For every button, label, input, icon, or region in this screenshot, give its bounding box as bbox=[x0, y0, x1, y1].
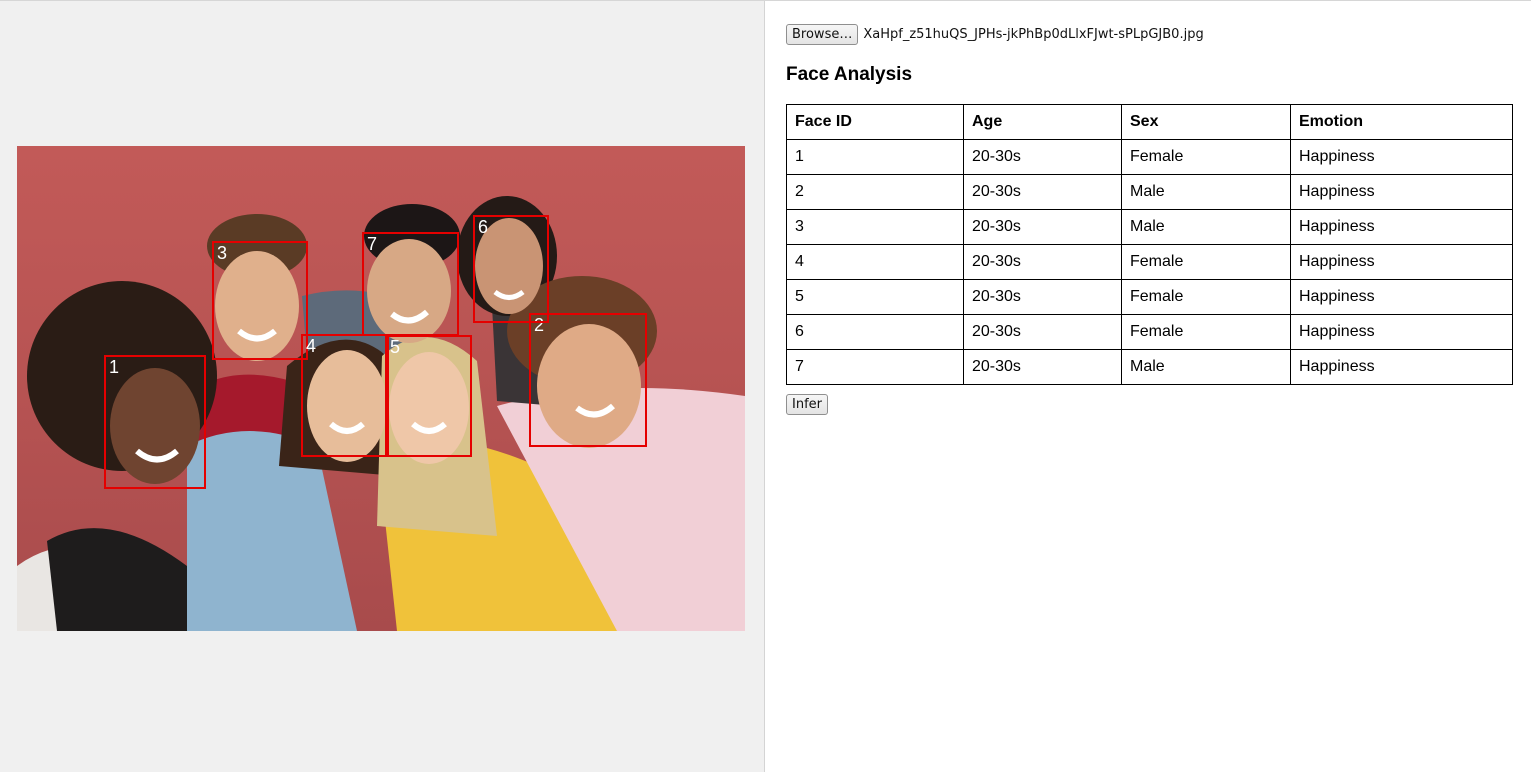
cell-age: 20-30s bbox=[963, 279, 1122, 315]
cell-emotion: Happiness bbox=[1290, 209, 1513, 245]
face-box-7: 7 bbox=[362, 232, 459, 336]
face-box-2: 2 bbox=[529, 313, 647, 447]
cell-face-id: 7 bbox=[786, 349, 964, 385]
table-row: 1 20-30s Female Happiness bbox=[786, 139, 1513, 175]
face-analysis-table: Face ID Age Sex Emotion 1 20-30s Female … bbox=[786, 104, 1513, 385]
table-header-row: Face ID Age Sex Emotion bbox=[786, 104, 1513, 140]
cell-sex: Male bbox=[1121, 209, 1291, 245]
cell-emotion: Happiness bbox=[1290, 314, 1513, 350]
page-title: Face Analysis bbox=[786, 64, 913, 85]
table-row: 5 20-30s Female Happiness bbox=[786, 279, 1513, 315]
table-row: 4 20-30s Female Happiness bbox=[786, 244, 1513, 280]
cell-emotion: Happiness bbox=[1290, 139, 1513, 175]
results-pane: Browse… XaHpf_z51huQS_JPHs-jkPhBp0dLlxFJ… bbox=[766, 1, 1531, 772]
cell-emotion: Happiness bbox=[1290, 244, 1513, 280]
cell-emotion: Happiness bbox=[1290, 279, 1513, 315]
infer-button[interactable]: Infer bbox=[786, 394, 828, 415]
cell-sex: Female bbox=[1121, 139, 1291, 175]
face-box-label: 1 bbox=[109, 357, 120, 377]
column-header-age: Age bbox=[963, 104, 1122, 140]
cell-emotion: Happiness bbox=[1290, 349, 1513, 385]
cell-face-id: 4 bbox=[786, 244, 964, 280]
cell-emotion: Happiness bbox=[1290, 174, 1513, 210]
image-pane: 1 2 3 4 5 6 7 bbox=[0, 1, 765, 772]
face-box-label: 4 bbox=[306, 336, 317, 356]
selected-file-name: XaHpf_z51huQS_JPHs-jkPhBp0dLlxFJwt-sPLpG… bbox=[863, 26, 1204, 42]
column-header-emotion: Emotion bbox=[1290, 104, 1513, 140]
cell-sex: Female bbox=[1121, 314, 1291, 350]
browse-button[interactable]: Browse… bbox=[786, 23, 859, 45]
cell-face-id: 5 bbox=[786, 279, 964, 315]
column-header-sex: Sex bbox=[1121, 104, 1291, 140]
table-row: 3 20-30s Male Happiness bbox=[786, 209, 1513, 245]
cell-face-id: 1 bbox=[786, 139, 964, 175]
cell-sex: Female bbox=[1121, 279, 1291, 315]
face-box-label: 3 bbox=[217, 243, 228, 263]
cell-sex: Male bbox=[1121, 349, 1291, 385]
face-box-3: 3 bbox=[212, 241, 308, 360]
face-box-5: 5 bbox=[385, 335, 472, 457]
cell-age: 20-30s bbox=[963, 139, 1122, 175]
cell-face-id: 3 bbox=[786, 209, 964, 245]
cell-sex: Female bbox=[1121, 244, 1291, 280]
face-box-label: 5 bbox=[390, 337, 401, 357]
cell-age: 20-30s bbox=[963, 174, 1122, 210]
cell-age: 20-30s bbox=[963, 314, 1122, 350]
column-header-face-id: Face ID bbox=[786, 104, 964, 140]
cell-age: 20-30s bbox=[963, 244, 1122, 280]
cell-age: 20-30s bbox=[963, 209, 1122, 245]
table-row: 2 20-30s Male Happiness bbox=[786, 174, 1513, 210]
analyzed-photo: 1 2 3 4 5 6 7 bbox=[17, 146, 745, 631]
app-window: 1 2 3 4 5 6 7 Browse… XaHpf_z51huQS_JPHs… bbox=[0, 0, 1531, 772]
face-box-label: 6 bbox=[478, 217, 489, 237]
table-row: 7 20-30s Male Happiness bbox=[786, 349, 1513, 385]
table-row: 6 20-30s Female Happiness bbox=[786, 314, 1513, 350]
file-input[interactable]: Browse… XaHpf_z51huQS_JPHs-jkPhBp0dLlxFJ… bbox=[786, 23, 1204, 45]
cell-face-id: 2 bbox=[786, 174, 964, 210]
face-box-1: 1 bbox=[104, 355, 206, 489]
face-box-label: 7 bbox=[367, 234, 378, 254]
face-box-4: 4 bbox=[301, 334, 389, 457]
cell-sex: Male bbox=[1121, 174, 1291, 210]
cell-age: 20-30s bbox=[963, 349, 1122, 385]
face-box-6: 6 bbox=[473, 215, 549, 323]
cell-face-id: 6 bbox=[786, 314, 964, 350]
